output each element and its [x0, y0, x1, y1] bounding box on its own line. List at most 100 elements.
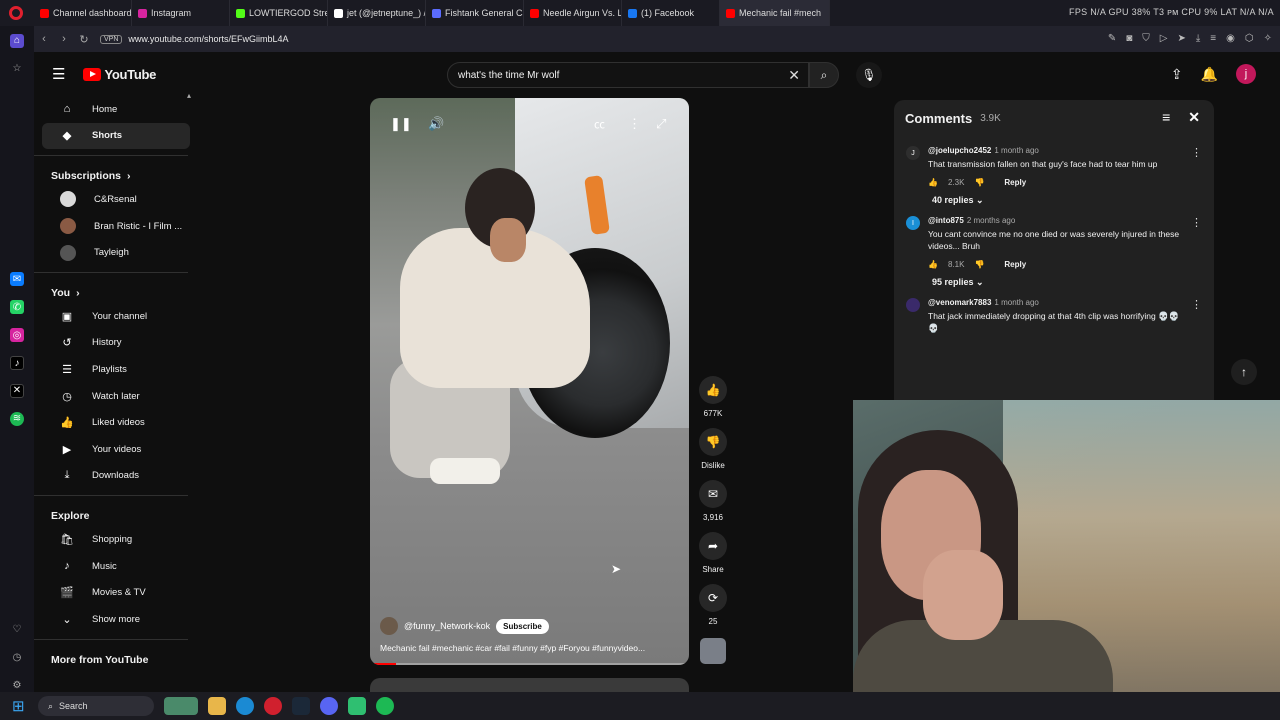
close-icon[interactable]: ✕	[1188, 109, 1200, 126]
sidebar-item-shorts[interactable]: ◆ Shorts	[42, 122, 190, 150]
subscribe-button[interactable]: Subscribe	[496, 618, 549, 634]
x-icon[interactable]: ✕	[10, 383, 24, 398]
browser-tab[interactable]: jet (@jetneptune_) / X	[328, 0, 426, 26]
upload-icon[interactable]: ⇪	[1171, 66, 1183, 83]
thumbs-up-icon[interactable]: 👍	[928, 178, 938, 187]
spotify-icon[interactable]	[376, 697, 394, 715]
comment-menu-icon[interactable]: ⋮	[1191, 298, 1202, 334]
sidebar-item-show-more[interactable]: ⌄ Show more	[42, 606, 190, 633]
widget-icon[interactable]	[164, 697, 198, 715]
view-replies-button[interactable]: 40 replies ⌄	[894, 187, 1214, 206]
search-button[interactable]: ⌕	[809, 62, 839, 88]
browser-tab[interactable]: Fishtank General Ca	[426, 0, 524, 26]
messenger-icon[interactable]: ✉	[10, 272, 24, 287]
thumbs-up-icon[interactable]: 👍	[928, 260, 938, 269]
pause-icon[interactable]: ❚❚	[390, 116, 412, 132]
opera-logo-icon[interactable]	[9, 6, 23, 20]
camera-icon[interactable]: ◙	[1126, 33, 1132, 44]
heart-icon[interactable]: ♡	[10, 622, 24, 636]
next-short-preview[interactable]	[370, 678, 689, 692]
sidebar-item-bran-ristic-i-film[interactable]: Bran Ristic - I Film ...	[42, 213, 190, 240]
browser-tab[interactable]: (1) Facebook	[622, 0, 720, 26]
browser-tab[interactable]: Needle Airgun Vs. Le	[524, 0, 622, 26]
comment-handle[interactable]: @into875	[928, 216, 964, 225]
browser-tab[interactable]: Channel dashboard	[34, 0, 132, 26]
remix-button[interactable]: ⟳	[699, 584, 727, 612]
url-field[interactable]: www.youtube.com/shorts/EFwGiimbL4A	[128, 34, 288, 44]
share-button[interactable]: ➦	[699, 532, 727, 560]
commenter-avatar[interactable]: J	[906, 146, 920, 160]
thumbs-down-icon[interactable]: 👎	[974, 178, 984, 187]
sidebar-item-home[interactable]: ⌂ Home	[42, 96, 190, 123]
dislike-button[interactable]: 👎	[699, 428, 727, 456]
thumbs-down-icon[interactable]: 👎	[974, 260, 984, 269]
reload-icon[interactable]: ↻	[74, 33, 94, 46]
back-icon[interactable]: ‹	[34, 33, 54, 45]
youtube-logo[interactable]: YouTube	[83, 67, 156, 82]
windows-start-icon[interactable]: ⊞	[12, 698, 28, 715]
sidebar-item-movies-tv[interactable]: 🎬 Movies & TV	[42, 579, 190, 606]
steam-icon[interactable]	[292, 697, 310, 715]
sidebar-item-watch-later[interactable]: ◷ Watch later	[42, 383, 190, 410]
history-icon[interactable]: ◷	[10, 650, 24, 664]
vpn-badge[interactable]: VPN	[100, 34, 123, 44]
forward-icon[interactable]: ›	[54, 33, 74, 45]
short-video-player[interactable]: ❚❚ 🔊 ㏄ ⋮ ⤢ @funny_Network-kok Subscribe …	[370, 98, 689, 665]
hamburger-menu-icon[interactable]: ☰	[52, 65, 65, 83]
clear-search-icon[interactable]: ✕	[788, 67, 800, 84]
like-button[interactable]: 👍	[699, 376, 727, 404]
tiktok-icon[interactable]: ♪	[10, 356, 24, 370]
download-icon[interactable]: ⤓	[1196, 33, 1200, 44]
browser-tab[interactable]: Instagram	[132, 0, 230, 26]
short-caption[interactable]: Mechanic fail #mechanic #car #fail #funn…	[380, 643, 679, 653]
channel-avatar[interactable]	[380, 617, 398, 635]
sidebar-item-your-videos[interactable]: ▶ Your videos	[42, 436, 190, 463]
file-explorer-icon[interactable]	[208, 697, 226, 715]
sidebar-item-your-channel[interactable]: ▣ Your channel	[42, 303, 190, 330]
sidebar-item-tayleigh[interactable]: Tayleigh	[42, 239, 190, 266]
spotify-icon[interactable]: ≋	[10, 411, 24, 426]
sidebar-item-history[interactable]: ↺ History	[42, 330, 190, 357]
home-icon[interactable]: ⌂	[10, 34, 24, 48]
commenter-avatar[interactable]: I	[906, 216, 920, 231]
comment-handle[interactable]: @joelupcho2452	[928, 146, 991, 155]
reply-button[interactable]: Reply	[1004, 178, 1026, 187]
sidebar-scroll-up-icon[interactable]: ▴	[187, 91, 191, 100]
channel-handle[interactable]: @funny_Network-kok	[404, 621, 490, 631]
play-icon[interactable]: ▷	[1160, 33, 1168, 44]
discord-icon[interactable]	[320, 697, 338, 715]
captions-icon[interactable]: ㏄	[594, 116, 605, 132]
notifications-bell-icon[interactable]: 🔔	[1201, 66, 1218, 83]
sort-icon[interactable]: ≡	[1162, 109, 1170, 126]
sidebar-item-music[interactable]: ♪ Music	[42, 553, 190, 580]
sound-thumbnail[interactable]	[700, 638, 726, 664]
account-icon[interactable]: ◉	[1226, 33, 1235, 44]
sidebar-item-shopping[interactable]: 🛍 Shopping	[42, 526, 190, 553]
fullscreen-icon[interactable]: ⤢	[656, 116, 666, 132]
you-heading[interactable]: You ›	[34, 277, 198, 303]
view-replies-button[interactable]: 95 replies ⌄	[894, 269, 1214, 288]
browser-tab[interactable]: LOWTIERGOD Stream	[230, 0, 328, 26]
taskbar-search[interactable]: ⌕ Search	[38, 696, 154, 716]
commenter-avatar[interactable]	[906, 298, 920, 313]
comment-menu-icon[interactable]: ⋮	[1191, 216, 1202, 269]
more-options-icon[interactable]: ⋮	[628, 116, 641, 132]
edge-icon[interactable]	[236, 697, 254, 715]
reply-button[interactable]: Reply	[1004, 260, 1026, 269]
instagram-icon[interactable]: ◎	[10, 328, 24, 343]
extensions-icon[interactable]: ⬡	[1245, 33, 1254, 44]
sidebar-item-playlists[interactable]: ☰ Playlists	[42, 356, 190, 383]
voice-search-button[interactable]: 🎙	[856, 62, 882, 88]
sidebar-item-c-rsenal[interactable]: C&Rsenal	[42, 186, 190, 213]
video-progress-bar[interactable]	[370, 663, 689, 665]
star-icon[interactable]: ☆	[10, 62, 24, 76]
opera-icon[interactable]	[264, 697, 282, 715]
comments-button[interactable]: ✉	[699, 480, 727, 508]
subscriptions-heading[interactable]: Subscriptions ›	[34, 160, 198, 186]
settings-icon[interactable]: ⚙	[10, 678, 24, 692]
edit-icon[interactable]: ✎	[1108, 33, 1116, 44]
ai-icon[interactable]: ✧	[1264, 33, 1272, 44]
send-icon[interactable]: ➤	[1177, 33, 1185, 44]
whatsapp-icon[interactable]: ✆	[10, 300, 24, 315]
comment-menu-icon[interactable]: ⋮	[1191, 146, 1202, 187]
